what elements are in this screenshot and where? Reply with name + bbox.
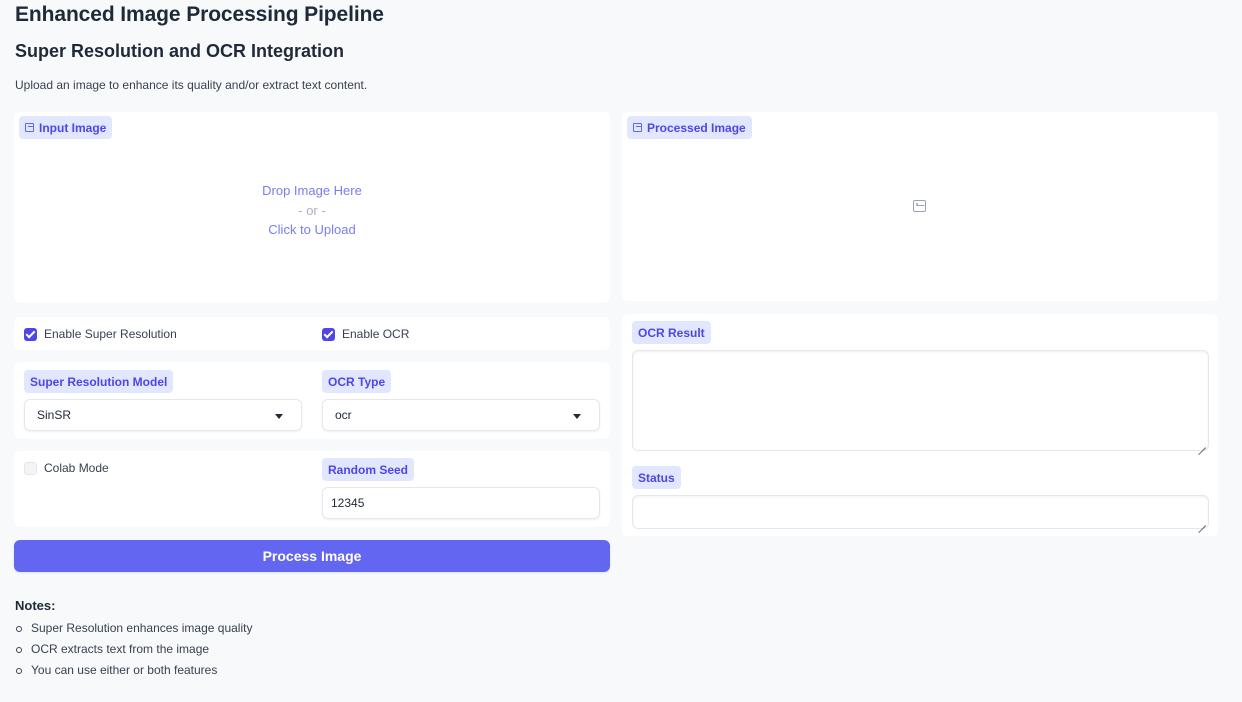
output-panel: OCR Result Status xyxy=(622,314,1218,536)
advanced-settings-panel: Colab Mode Random Seed 12345 xyxy=(14,451,610,527)
colab-mode-checkbox-label: Colab Mode xyxy=(44,461,109,475)
notes-title: Notes: xyxy=(15,598,56,613)
colab-mode-checkbox-row[interactable]: Colab Mode xyxy=(24,461,109,475)
notes-list: Super Resolution enhances image quality … xyxy=(15,618,252,681)
processed-image-label: Processed Image xyxy=(627,116,752,139)
page-subtitle: Super Resolution and OCR Integration xyxy=(15,41,345,61)
ocr-result-textarea[interactable] xyxy=(632,350,1209,451)
click-to-upload-text: Click to Upload xyxy=(268,222,356,237)
super-resolution-model-label: Super Resolution Model xyxy=(24,370,174,393)
random-seed-label: Random Seed xyxy=(322,458,415,481)
or-text: - or - xyxy=(298,202,326,218)
colab-mode-checkbox[interactable] xyxy=(24,461,37,475)
ocr-type-value: ocr xyxy=(335,408,352,422)
image-icon xyxy=(633,123,642,132)
processed-image-panel: Processed Image xyxy=(622,112,1218,301)
drop-text: Drop Image Here xyxy=(262,183,362,198)
super-resolution-model-dropdown[interactable]: SinSR xyxy=(24,399,302,431)
resize-handle-icon[interactable] xyxy=(1198,518,1206,526)
ocr-result-label: OCR Result xyxy=(632,321,711,344)
process-image-button[interactable]: Process Image xyxy=(14,540,610,572)
random-seed-input[interactable]: 12345 xyxy=(322,487,600,519)
ocr-type-label: OCR Type xyxy=(322,370,392,393)
status-textarea[interactable] xyxy=(632,495,1209,529)
input-image-label: Input Image xyxy=(19,116,113,139)
random-seed-value: 12345 xyxy=(331,496,365,510)
ocr-checkbox-row[interactable]: Enable OCR xyxy=(322,327,409,341)
super-resolution-checkbox-row[interactable]: Enable Super Resolution xyxy=(24,327,177,341)
super-resolution-checkbox-label: Enable Super Resolution xyxy=(44,327,177,341)
upload-dropzone[interactable]: Drop Image Here - or - Click to Upload xyxy=(14,181,610,240)
image-icon xyxy=(25,123,34,132)
status-label: Status xyxy=(632,466,681,489)
page-description: Upload an image to enhance its quality a… xyxy=(15,78,368,92)
ocr-checkbox[interactable] xyxy=(322,327,335,341)
super-resolution-checkbox[interactable] xyxy=(24,327,37,341)
ocr-type-dropdown[interactable]: ocr xyxy=(322,399,600,431)
model-selection-panel: Super Resolution Model SinSR OCR Type oc… xyxy=(14,362,610,439)
input-image-panel[interactable]: Input Image Drop Image Here - or - Click… xyxy=(14,112,610,303)
list-item: Super Resolution enhances image quality xyxy=(15,618,252,639)
image-placeholder-icon xyxy=(913,200,926,212)
super-resolution-model-value: SinSR xyxy=(37,408,72,422)
list-item: OCR extracts text from the image xyxy=(15,639,252,660)
feature-toggles-panel: Enable Super Resolution Enable OCR xyxy=(14,317,610,350)
list-item: You can use either or both features xyxy=(15,660,252,681)
resize-handle-icon[interactable] xyxy=(1198,440,1206,448)
chevron-down-icon xyxy=(573,414,581,419)
chevron-down-icon xyxy=(275,414,283,419)
ocr-checkbox-label: Enable OCR xyxy=(342,327,410,341)
page-title: Enhanced Image Processing Pipeline xyxy=(15,3,384,26)
